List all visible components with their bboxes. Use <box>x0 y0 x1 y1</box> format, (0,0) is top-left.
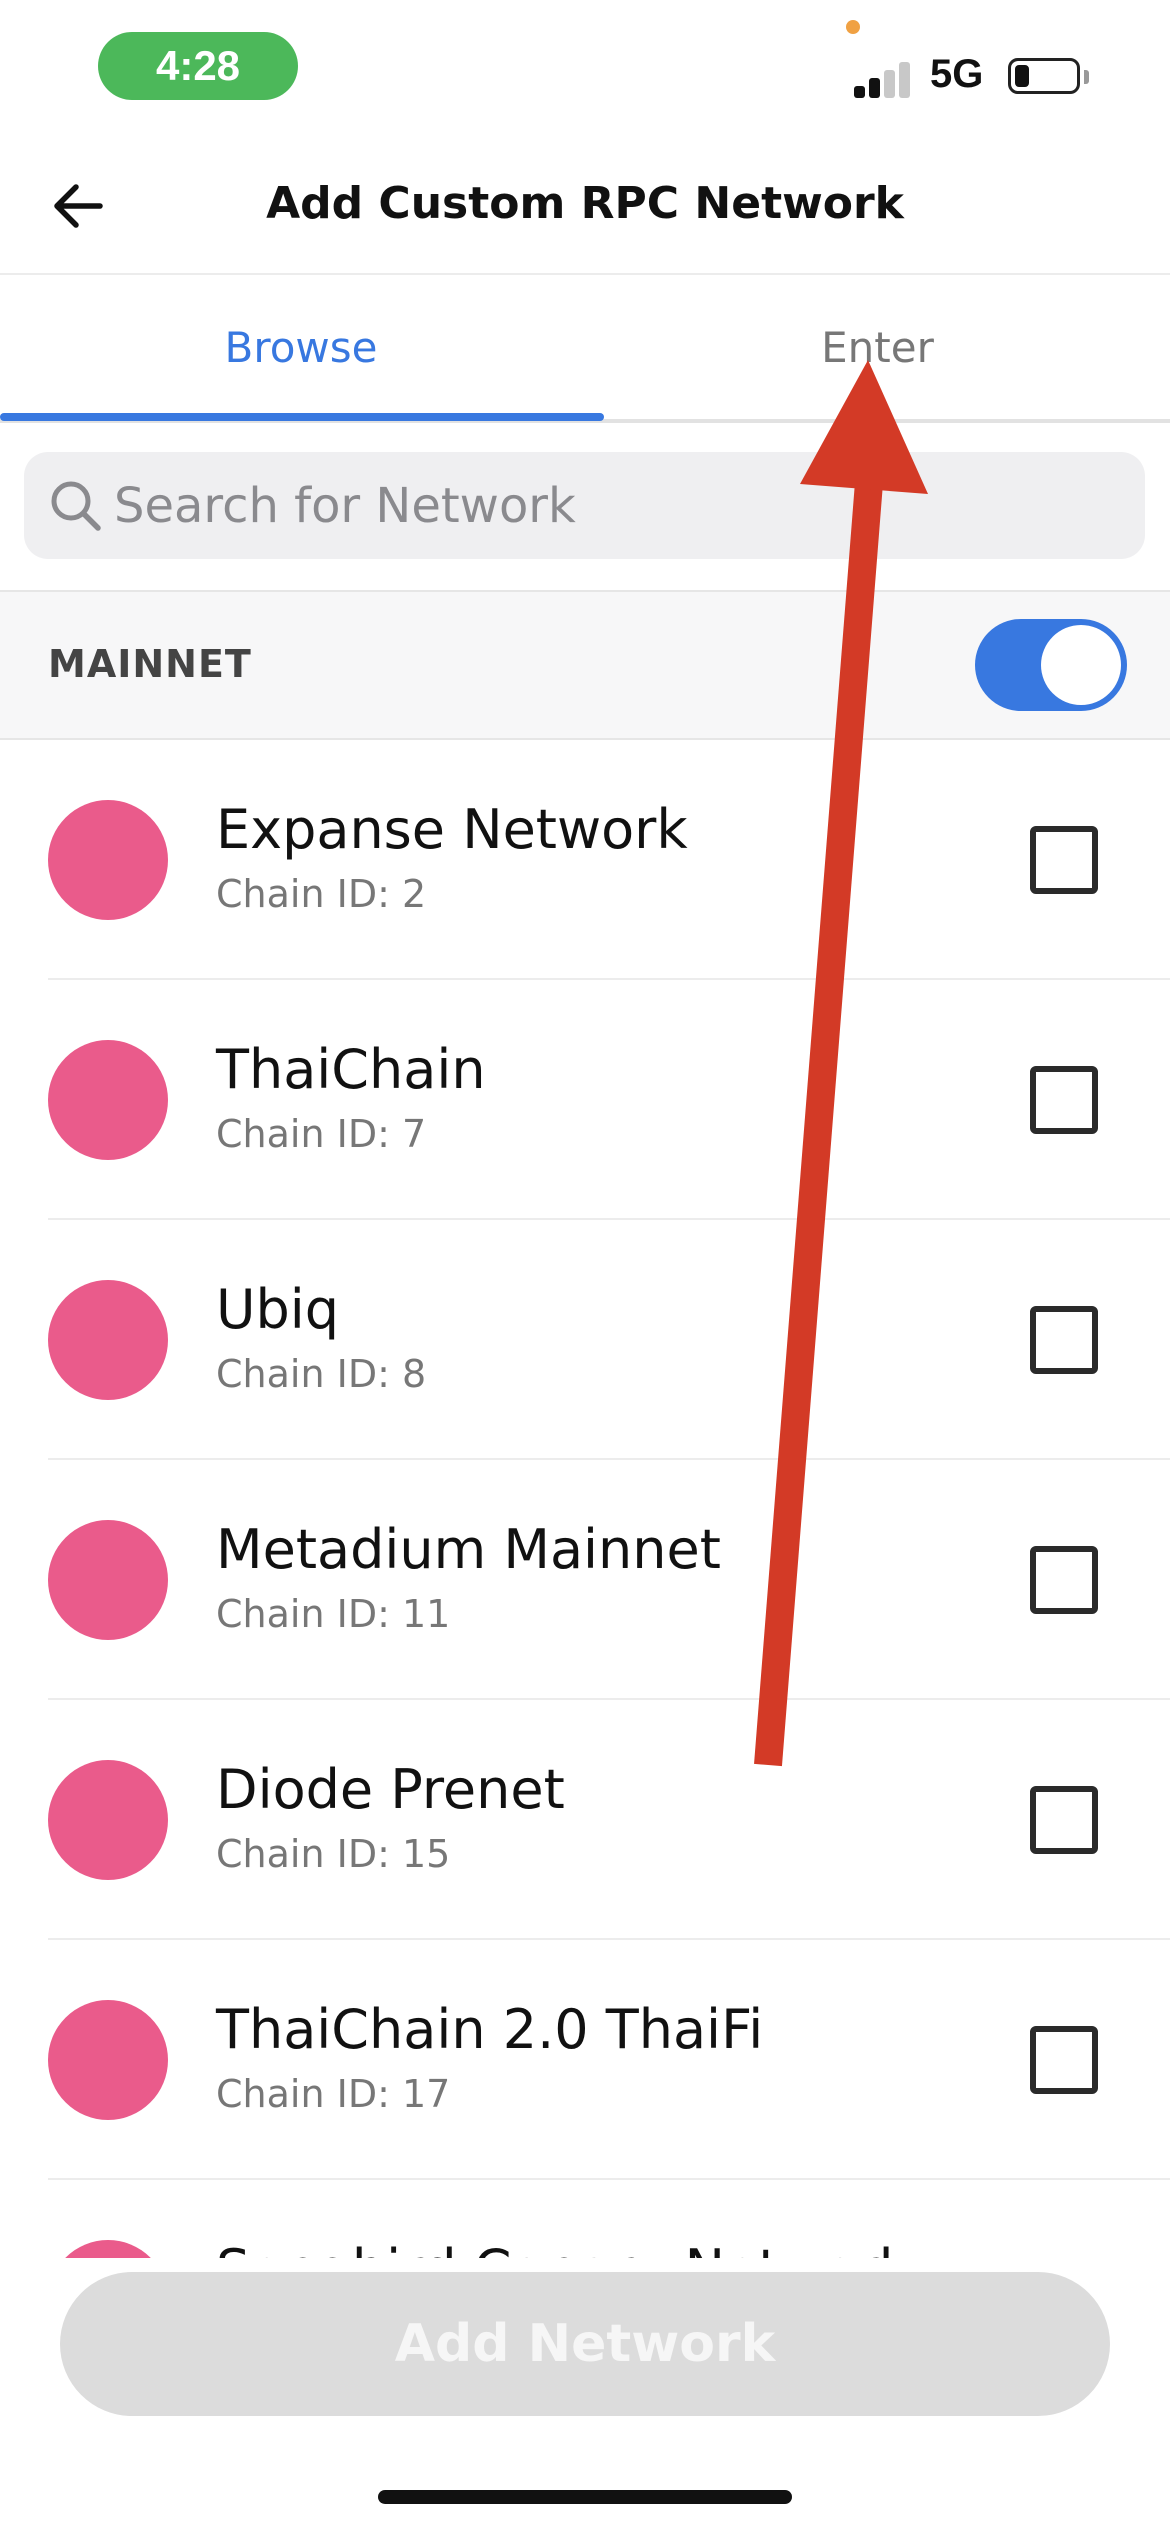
list-item[interactable]: ThaiChain Chain ID: 7 <box>0 980 1170 1220</box>
checkbox-unchecked-icon[interactable] <box>1030 1306 1098 1374</box>
network-name: ThaiChain 2.0 ThaiFi <box>216 1998 764 2061</box>
privacy-indicator-dot <box>846 20 860 34</box>
search-box[interactable] <box>24 452 1145 559</box>
tab-browse[interactable]: Browse <box>0 275 602 419</box>
tab-bar: Browse Enter <box>0 275 1170 423</box>
nav-header: Add Custom RPC Network <box>0 140 1170 275</box>
battery-tip <box>1084 70 1089 84</box>
network-logo <box>48 1280 168 1400</box>
mainnet-toggle[interactable] <box>975 619 1127 711</box>
network-logo <box>48 1520 168 1640</box>
battery-icon <box>1008 58 1080 94</box>
checkbox-unchecked-icon[interactable] <box>1030 1546 1098 1614</box>
network-name: Metadium Mainnet <box>216 1518 721 1581</box>
page-title: Add Custom RPC Network <box>266 178 904 229</box>
checkbox-unchecked-icon[interactable] <box>1030 826 1098 894</box>
tab-enter[interactable]: Enter <box>585 275 1170 419</box>
home-indicator <box>378 2490 792 2504</box>
checkbox-unchecked-icon[interactable] <box>1030 2026 1098 2094</box>
network-name: ThaiChain <box>216 1038 486 1101</box>
active-tab-indicator <box>0 413 604 421</box>
toggle-knob <box>1041 625 1121 705</box>
network-chain-id: Chain ID: 17 <box>216 2072 451 2116</box>
checkbox-unchecked-icon[interactable] <box>1030 1786 1098 1854</box>
network-name: Songbird Canary-Network <box>216 2238 910 2260</box>
section-label: MAINNET <box>48 642 252 686</box>
search-input[interactable] <box>114 452 1114 559</box>
network-chain-id: Chain ID: 8 <box>216 1352 427 1396</box>
network-logo <box>48 1760 168 1880</box>
signal-strength-icon <box>854 58 914 98</box>
list-item[interactable]: Expanse Network Chain ID: 2 <box>0 740 1170 980</box>
network-logo <box>48 2000 168 2120</box>
status-bar: 4:28 5G <box>0 0 1170 140</box>
network-type: 5G <box>930 52 984 96</box>
network-chain-id: Chain ID: 7 <box>216 1112 427 1156</box>
network-name: Expanse Network <box>216 798 688 861</box>
list-item[interactable]: Diode Prenet Chain ID: 15 <box>0 1700 1170 1940</box>
list-item[interactable]: ThaiChain 2.0 ThaiFi Chain ID: 17 <box>0 1940 1170 2180</box>
list-item[interactable]: Ubiq Chain ID: 8 <box>0 1220 1170 1460</box>
network-chain-id: Chain ID: 15 <box>216 1832 451 1876</box>
list-item[interactable]: Songbird Canary-Network <box>0 2180 1170 2260</box>
add-network-button[interactable]: Add Network <box>60 2272 1110 2416</box>
network-name: Ubiq <box>216 1278 340 1341</box>
search-icon <box>51 481 101 531</box>
network-logo <box>48 2240 168 2260</box>
section-header-mainnet: MAINNET <box>0 590 1170 740</box>
network-logo <box>48 1040 168 1160</box>
status-time: 4:28 <box>98 32 298 100</box>
network-list: Expanse Network Chain ID: 2 ThaiChain Ch… <box>0 740 1170 2260</box>
network-logo <box>48 800 168 920</box>
network-chain-id: Chain ID: 11 <box>216 1592 451 1636</box>
checkbox-unchecked-icon[interactable] <box>1030 1066 1098 1134</box>
network-chain-id: Chain ID: 2 <box>216 872 427 916</box>
network-name: Diode Prenet <box>216 1758 565 1821</box>
list-item[interactable]: Metadium Mainnet Chain ID: 11 <box>0 1460 1170 1700</box>
